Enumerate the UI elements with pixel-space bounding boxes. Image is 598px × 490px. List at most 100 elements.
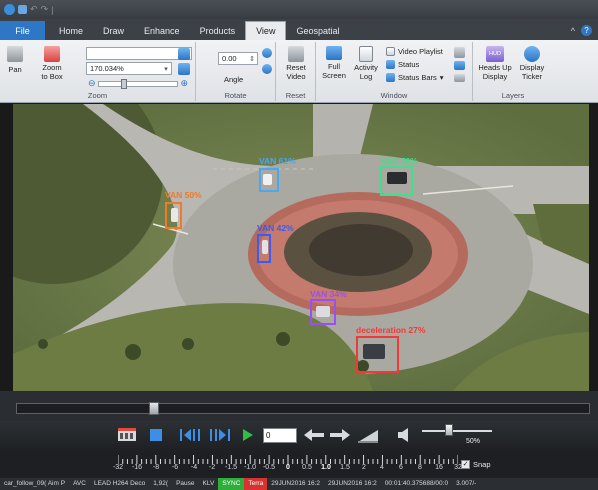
- seek-bar[interactable]: [16, 402, 590, 415]
- angle-value: 0.00: [222, 54, 237, 63]
- volume-label: 50%: [466, 438, 481, 445]
- tab-home[interactable]: Home: [49, 21, 93, 40]
- activity-log-button[interactable]: Activity Log: [352, 46, 380, 81]
- frame-capture-button[interactable]: [116, 426, 138, 444]
- status-bar-item: LEAD H264 Deco: [93, 480, 146, 487]
- tab-enhance[interactable]: Enhance: [134, 21, 190, 40]
- zoom-to-box-button[interactable]: Zoom to Box: [37, 46, 67, 81]
- zoom-in-icon[interactable]: ⊕: [180, 78, 188, 89]
- detection-box-deceleration-27[interactable]: [356, 336, 399, 373]
- aerial-roundabout-frame: [13, 104, 589, 391]
- zoom-actual-icon[interactable]: [178, 63, 190, 75]
- zoom-percent-combo[interactable]: 170.034% ▾: [86, 62, 172, 75]
- zoom-group: Pan Zoom to Box ▾ 170.034% ▾ ⊖ ⊕: [0, 42, 196, 101]
- minimize-ribbon-icon[interactable]: ^: [571, 26, 575, 36]
- display-ticker-button[interactable]: Display Ticker: [515, 46, 549, 81]
- speed-tick-label: -16: [131, 464, 143, 471]
- video-playlist-button[interactable]: Video Playlist: [386, 47, 443, 56]
- stop-icon: [150, 429, 162, 441]
- detection-label: deceleration 27%: [356, 325, 426, 335]
- frame-step-input[interactable]: 0: [263, 428, 297, 443]
- tab-products[interactable]: Products: [190, 21, 246, 40]
- zoom-slider-track[interactable]: [97, 78, 179, 89]
- detection-label: VAN 76%: [381, 156, 418, 166]
- window-layout-icon[interactable]: [454, 47, 465, 58]
- undo-icon[interactable]: ↶: [30, 4, 38, 15]
- speed-ramp-icon: [358, 430, 378, 443]
- detection-box-van-34[interactable]: [310, 299, 336, 325]
- app-logo-icon[interactable]: [4, 4, 15, 15]
- save-icon[interactable]: [18, 5, 27, 14]
- reset-video-button[interactable]: Reset Video: [280, 46, 312, 81]
- detection-box-van-76[interactable]: [380, 166, 413, 196]
- detection-box-van-61[interactable]: [259, 168, 279, 192]
- tab-view[interactable]: View: [245, 21, 287, 40]
- spinner-arrows-icon[interactable]: ⇕: [247, 53, 257, 64]
- zoom-slider-thumb[interactable]: [120, 78, 127, 89]
- play-button[interactable]: [240, 427, 256, 443]
- speed-tick-label: -1.5: [224, 464, 238, 471]
- seek-thumb[interactable]: [149, 402, 159, 415]
- status-bars-button[interactable]: Status Bars ▾: [386, 73, 444, 82]
- zoom-slider[interactable]: ⊖ ⊕: [88, 78, 188, 89]
- full-screen-button[interactable]: Full Screen: [320, 46, 348, 80]
- stop-button[interactable]: [148, 427, 164, 443]
- reset-video-icon: [288, 46, 304, 62]
- rewind-button[interactable]: [304, 427, 324, 443]
- playback-speed-ruler[interactable]: ✓ Snap -32 -16 -8 -6 -4 -2 -1.5 -1.0 -0.5 0 0.5 1.0…: [0, 453, 598, 478]
- rotate-group: 0.00 ⇕ Angle Rotate: [196, 42, 276, 101]
- speed-tick-label: 0.5: [302, 464, 312, 471]
- status-button[interactable]: Status: [386, 60, 419, 69]
- rotate-cw-icon[interactable]: [262, 48, 272, 58]
- step-forward-button[interactable]: [206, 427, 232, 443]
- detection-label: VAN 34%: [310, 289, 347, 299]
- snap-checkbox[interactable]: ✓: [461, 460, 470, 469]
- hud-icon: HUD: [486, 46, 504, 62]
- pan-button[interactable]: Pan: [4, 46, 26, 74]
- heads-up-display-button[interactable]: HUD Heads Up Display: [477, 46, 513, 81]
- speed-tick-label: 16: [435, 464, 443, 471]
- zoom-group-label: Zoom: [87, 91, 108, 100]
- status-bar-item: 00:01:40.375688/00:0: [384, 480, 449, 487]
- snap-toggle[interactable]: ✓ Snap: [461, 460, 491, 469]
- tab-geospatial[interactable]: Geospatial: [286, 21, 349, 40]
- display-ticker-label: Display Ticker: [519, 63, 545, 81]
- speed-tick-label: -32: [112, 464, 124, 471]
- chevron-down-icon: ▾: [164, 65, 168, 73]
- zoom-to-box-icon: [44, 46, 60, 62]
- step-forward-icon: [210, 429, 230, 441]
- zoom-mode-combo[interactable]: ▾: [86, 47, 192, 60]
- tab-draw[interactable]: Draw: [93, 21, 134, 40]
- volume-track[interactable]: [422, 430, 492, 432]
- window-group: Full Screen Activity Log Video Playlist …: [316, 42, 473, 101]
- film-strip-icon: [118, 428, 136, 441]
- status-bar-item: 29JUN2016 16:2: [328, 480, 377, 487]
- speed-ramp-button[interactable]: [356, 426, 380, 444]
- window-switch-icon[interactable]: [454, 74, 465, 82]
- volume-thumb[interactable]: [445, 424, 453, 436]
- speaker-icon: [398, 428, 408, 442]
- status-bar: car_follow_09( Aim P AVC LEAD H264 Deco 1,9…: [0, 478, 598, 490]
- fast-forward-button[interactable]: [330, 427, 350, 443]
- zoom-fit-icon[interactable]: [178, 48, 190, 60]
- video-viewport[interactable]: VAN 50% VAN 61% VAN 76% VAN 42% VAN 34% …: [13, 104, 589, 391]
- window-tile-icon[interactable]: [454, 61, 465, 70]
- tab-file[interactable]: File: [0, 21, 45, 40]
- speed-tick-label: -0.5: [262, 464, 276, 471]
- status-bar-item: KLV: [202, 480, 215, 487]
- detection-box-van-42[interactable]: [257, 234, 271, 263]
- layers-group: HUD Heads Up Display Display Ticker Laye…: [473, 42, 553, 101]
- status-bar-item: 3.007/-: [456, 480, 477, 487]
- step-back-button[interactable]: [178, 427, 204, 443]
- redo-icon[interactable]: ↷: [41, 4, 49, 15]
- volume-button[interactable]: [396, 426, 414, 444]
- zoom-out-icon[interactable]: ⊖: [88, 78, 96, 89]
- rotate-group-label: Rotate: [224, 91, 247, 100]
- layers-group-label: Layers: [501, 91, 525, 100]
- seek-area: [0, 391, 598, 421]
- detection-box-van-50[interactable]: [165, 202, 182, 229]
- help-icon[interactable]: ?: [581, 25, 592, 36]
- rotate-ccw-icon[interactable]: [262, 64, 272, 74]
- ribbon-view: Pan Zoom to Box ▾ 170.034% ▾ ⊖ ⊕: [0, 40, 598, 103]
- angle-spinner[interactable]: 0.00 ⇕: [218, 52, 258, 65]
